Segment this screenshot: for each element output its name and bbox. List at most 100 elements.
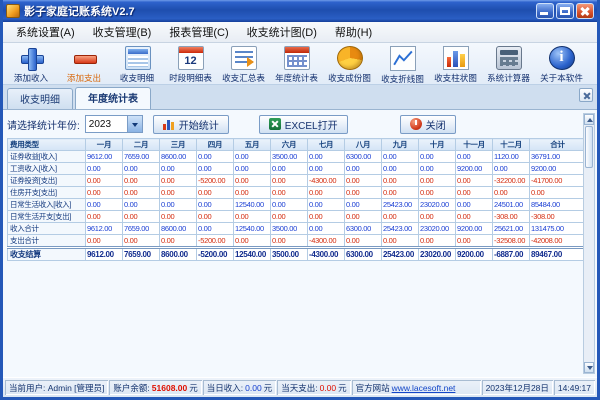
bar-chart-icon — [442, 46, 469, 70]
column-header: 费用类型 — [7, 138, 86, 151]
row-label: 日常生活开支[支出] — [7, 210, 86, 223]
website-link[interactable]: www.lacesoft.net — [392, 383, 456, 393]
table-cell: -6887.00 — [492, 247, 530, 261]
annual-statistics-table: 费用类型 一月 二月 三月 四月 五月 六月 七月 八月 九月 十月 十一月 十二月 合计 证券收益[收入]… — [7, 138, 586, 261]
table-cell: 0.00 — [85, 210, 123, 223]
table-cell: -4300.00 — [307, 174, 345, 187]
toolbar-button-bar-chart[interactable]: 收支柱状图 — [429, 44, 482, 84]
table-cell: 85484.00 — [529, 198, 586, 211]
website-label: 官方网站 — [355, 382, 390, 393]
tab-close-button[interactable] — [579, 88, 593, 102]
row-label: 证券投资[支出] — [7, 174, 86, 187]
table-cell: 12540.00 — [233, 247, 271, 261]
table-cell: 8600.00 — [159, 247, 197, 261]
row-label: 日常生活收入[收入] — [7, 198, 86, 211]
table-cell: 0.00 — [307, 186, 345, 199]
toolbar-button-add-income[interactable]: 添加收入 — [5, 44, 58, 84]
close-icon — [577, 4, 593, 18]
vertical-scrollbar[interactable] — [583, 113, 595, 374]
row-label: 收支结算 — [7, 247, 86, 261]
app-window: 影子家庭记账系统V2.7 系统设置(A) 收支管理(B) 报表管理(C) 收支统计图(… — [0, 0, 600, 400]
combo-dropdown-button[interactable] — [126, 116, 142, 132]
toolbar-button-about-info[interactable]: 关于本软件 — [535, 44, 588, 84]
statusbar-balance: 账户余额: 51608.00 元 — [109, 380, 201, 395]
toolbar-button-add-expense[interactable]: 添加支出 — [58, 44, 111, 84]
menu-statistics-charts[interactable]: 收支统计图(D) — [238, 22, 326, 42]
table-row: 支出合计 0.00 0.00 0.00 -5200.00 0.00 0.00 -4300.00… — [7, 234, 586, 248]
table-cell: 0.00 — [159, 174, 197, 187]
table-cell: -4300.00 — [307, 234, 345, 248]
table-cell: 0.00 — [418, 174, 456, 187]
table-cell: 0.00 — [529, 186, 586, 199]
toolbar-button-calendar-12[interactable]: 12 时段明细表 — [164, 44, 217, 84]
table-cell: -42008.00 — [529, 234, 586, 248]
detail-list-icon — [124, 46, 151, 70]
table-cell: 9200.00 — [529, 162, 586, 175]
table-cell: 0.00 — [196, 198, 234, 211]
title-bar[interactable]: 影子家庭记账系统V2.7 — [3, 0, 597, 22]
balance-label: 账户余额: — [113, 382, 150, 393]
table-row: 收入合计 9612.00 7659.00 8600.00 0.00 12540.00 350… — [7, 222, 586, 235]
arrow-down-icon — [587, 366, 593, 370]
line-chart-icon — [389, 46, 416, 71]
scroll-up-button[interactable] — [584, 114, 594, 125]
table-cell: 0.00 — [270, 210, 308, 223]
excel-open-label: EXCEL打开 — [284, 120, 338, 132]
table-cell: 0.00 — [270, 174, 308, 187]
column-header: 一月 — [85, 138, 123, 151]
table-cell: 0.00 — [381, 162, 419, 175]
tab-annual-statistics-table[interactable]: 年度统计表 — [75, 87, 151, 109]
table-cell: 0.00 — [196, 186, 234, 199]
year-select-label: 请选择统计年份: — [7, 120, 80, 132]
table-cell: 9200.00 — [455, 162, 493, 175]
year-combobox[interactable]: 2023 — [84, 115, 143, 133]
year-value: 2023 — [88, 118, 112, 130]
tab-income-expense-detail[interactable]: 收支明细 — [7, 88, 73, 109]
table-cell: 12540.00 — [233, 198, 271, 211]
menu-system-settings[interactable]: 系统设置(A) — [7, 22, 84, 42]
minimize-button[interactable] — [536, 3, 554, 19]
scroll-down-button[interactable] — [584, 362, 594, 373]
table-cell: 23020.00 — [418, 198, 456, 211]
toolbar-button-detail-list[interactable]: 收支明细 — [111, 44, 164, 84]
column-header: 二月 — [122, 138, 160, 151]
toolbar-button-line-chart[interactable]: 收支折线图 — [376, 44, 429, 84]
excel-icon — [268, 118, 281, 130]
start-statistics-label: 开始统计 — [178, 120, 219, 132]
menu-report-management[interactable]: 报表管理(C) — [160, 22, 237, 42]
table-row: 收支结算 9612.00 7659.00 8600.00 -5200.00 12540.0… — [7, 247, 586, 261]
table-cell: 0.00 — [381, 186, 419, 199]
table-cell: 0.00 — [455, 234, 493, 248]
excel-open-button[interactable]: EXCEL打开 — [258, 114, 348, 134]
toolbar-button-label: 添加支出 — [67, 73, 102, 83]
menu-help[interactable]: 帮助(H) — [326, 22, 381, 42]
balance-unit: 元 — [189, 382, 198, 393]
toolbar-button-year-table[interactable]: 年度统计表 — [270, 44, 323, 84]
statusbar-current-user: 当前用户: Admin [管理员] — [5, 380, 108, 395]
table-header-row: 费用类型 一月 二月 三月 四月 五月 六月 七月 八月 九月 十月 十一月 十二月 合计 — [7, 138, 586, 151]
toolbar-button-label: 关于本软件 — [540, 73, 583, 83]
maximize-button[interactable] — [556, 3, 574, 19]
toolbar-button-calculator[interactable]: 系统计算器 — [482, 44, 535, 84]
chevron-down-icon — [131, 123, 138, 127]
close-tab-button[interactable]: 关闭 — [399, 114, 456, 134]
table-cell: 9612.00 — [85, 150, 123, 163]
close-window-button[interactable] — [576, 3, 594, 19]
table-cell: -308.00 — [529, 210, 586, 223]
table-cell: 1120.00 — [492, 150, 530, 163]
scrollbar-thumb[interactable] — [585, 126, 593, 168]
toolbar-button-label: 收支汇总表 — [222, 73, 265, 83]
table-cell: 0.00 — [270, 198, 308, 211]
table-cell: 23020.00 — [418, 247, 456, 261]
table-cell: 0.00 — [196, 162, 234, 175]
statusbar-date: 2023年12月28日 — [482, 380, 553, 395]
toolbar-button-pie-chart[interactable]: 收支成份图 — [323, 44, 376, 84]
table-row: 日常生活开支[支出] 0.00 0.00 0.00 0.00 0.00 0.00 0.00 0.… — [7, 210, 586, 223]
status-bar: 当前用户: Admin [管理员] 账户余额: 51608.00 元 当日收入:… — [3, 377, 597, 397]
start-statistics-button[interactable]: 开始统计 — [152, 114, 229, 134]
toolbar-button-summary-report[interactable]: 收支汇总表 — [217, 44, 270, 84]
column-header: 十一月 — [455, 138, 493, 151]
table-cell: 0.00 — [196, 222, 234, 235]
table-cell: 0.00 — [418, 210, 456, 223]
menu-income-expense-management[interactable]: 收支管理(B) — [84, 22, 161, 42]
